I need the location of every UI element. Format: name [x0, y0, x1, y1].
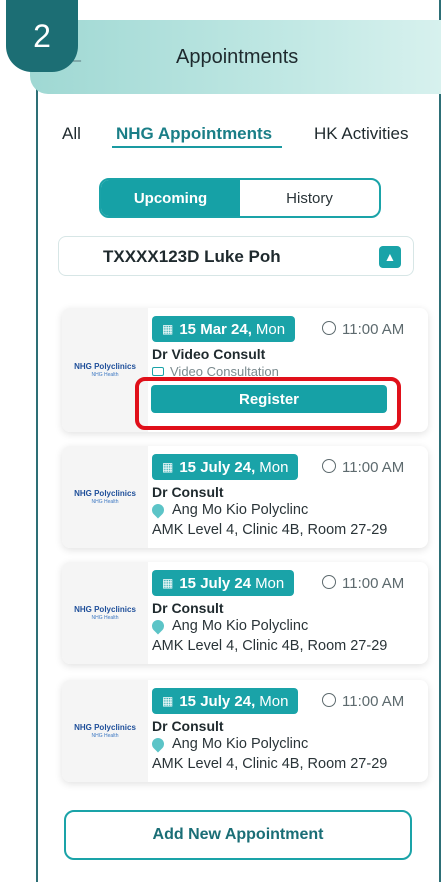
- segment-history[interactable]: History: [240, 180, 379, 216]
- date-badge: ▦ 15 Mar 24, Mon: [152, 316, 296, 342]
- chevron-up-icon[interactable]: ▲: [379, 246, 401, 268]
- clinic-location: Ang Mo Kio Polyclinc: [149, 617, 308, 635]
- tab-hk-activities[interactable]: HK Activities: [314, 124, 408, 144]
- appointment-time: 11:00 AM: [322, 692, 404, 710]
- page-title: Appointments: [176, 46, 299, 68]
- step-badge: 2: [6, 0, 78, 72]
- segment-upcoming[interactable]: Upcoming: [101, 180, 240, 216]
- appointment-card[interactable]: NHG Polyclinics NHG Health ▦ 15 July 24,…: [62, 680, 428, 782]
- nhg-logo: NHG Polyclinics NHG Health: [62, 680, 148, 782]
- appointment-time: 11:00 AM: [322, 574, 404, 592]
- register-button[interactable]: Register: [151, 385, 387, 413]
- clock-icon: [322, 693, 336, 707]
- clinic-address: AMK Level 4, Clinic 4B, Room 27-29: [152, 638, 388, 654]
- location-pin-icon: [149, 501, 167, 519]
- doctor-name: Dr Consult: [152, 718, 224, 734]
- clinic-address: AMK Level 4, Clinic 4B, Room 27-29: [152, 756, 388, 772]
- appointment-card[interactable]: NHG Polyclinics NHG Health ▦ 15 July 24 …: [62, 562, 428, 664]
- appointment-time: 11:00 AM: [322, 458, 404, 476]
- video-icon: [152, 367, 164, 376]
- date-badge: ▦ 15 July 24, Mon: [152, 454, 299, 480]
- doctor-name: Dr Consult: [152, 600, 224, 616]
- tab-nhg-appointments[interactable]: NHG Appointments: [116, 124, 272, 144]
- calendar-icon: ▦: [162, 576, 174, 590]
- appointment-time: 11:00 AM: [322, 320, 404, 338]
- doctor-name: Dr Consult: [152, 484, 224, 500]
- doctor-name: Dr Video Consult: [152, 346, 266, 362]
- patient-name: TXXXX123D Luke Poh: [103, 247, 281, 266]
- nhg-logo: NHG Polyclinics NHG Health: [62, 446, 148, 548]
- segment-control: Upcoming History: [99, 178, 381, 218]
- tab-all[interactable]: All: [62, 124, 81, 144]
- location-pin-icon: [149, 735, 167, 753]
- tab-bar: All NHG Appointments HK Activities: [0, 124, 441, 154]
- clock-icon: [322, 575, 336, 589]
- add-appointment-button[interactable]: Add New Appointment: [64, 810, 412, 860]
- clinic-location: Ang Mo Kio Polyclinc: [149, 501, 308, 519]
- location-pin-icon: [149, 617, 167, 635]
- calendar-icon: ▦: [162, 694, 174, 708]
- clock-icon: [322, 459, 336, 473]
- date-badge: ▦ 15 July 24, Mon: [152, 688, 299, 714]
- date-badge: ▦ 15 July 24 Mon: [152, 570, 295, 596]
- patient-selector[interactable]: TXXXX123D Luke Poh ▲: [58, 236, 414, 276]
- tab-active-indicator: [112, 146, 282, 148]
- calendar-icon: ▦: [162, 460, 174, 474]
- appointment-card[interactable]: NHG Polyclinics NHG Health ▦ 15 July 24,…: [62, 446, 428, 548]
- clinic-address: AMK Level 4, Clinic 4B, Room 27-29: [152, 522, 388, 538]
- clinic-location: Ang Mo Kio Polyclinc: [149, 735, 308, 753]
- clock-icon: [322, 321, 336, 335]
- calendar-icon: ▦: [162, 322, 174, 336]
- left-divider: [36, 70, 38, 882]
- nhg-logo: NHG Polyclinics NHG Health: [62, 562, 148, 664]
